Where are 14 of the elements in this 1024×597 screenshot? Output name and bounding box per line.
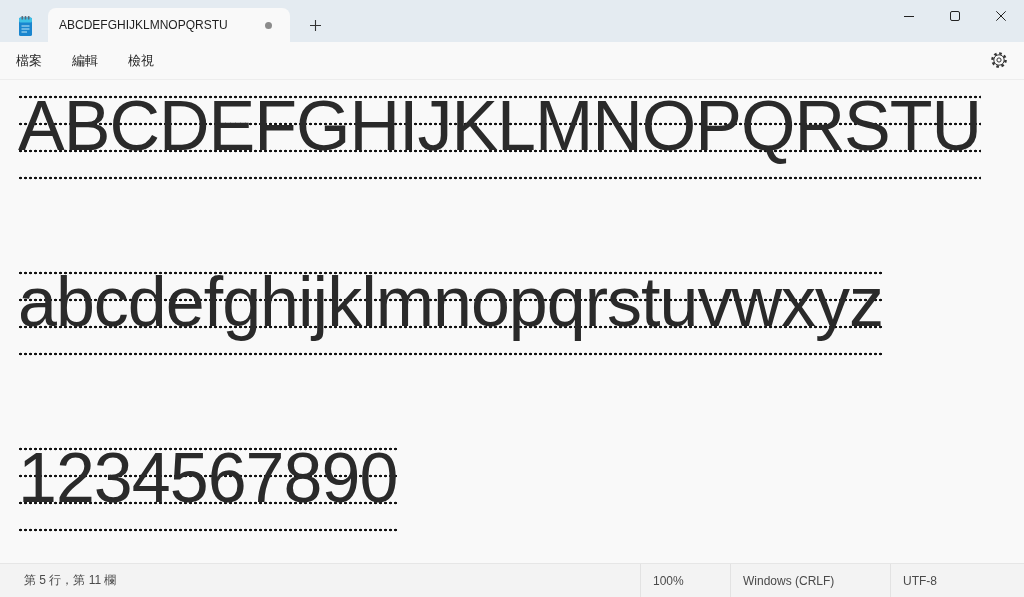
maximize-icon (950, 11, 960, 21)
close-icon (996, 11, 1006, 21)
cursor-position: 第 5 行，第 11 欄 (24, 572, 117, 589)
menu-item[interactable]: 編輯 (62, 46, 108, 75)
menu-item[interactable]: 檢視 (118, 46, 164, 75)
line-ending: Windows (CRLF) (743, 573, 835, 588)
zoom-level: 100% (653, 573, 684, 588)
menu-item[interactable]: 檔案 (6, 46, 52, 75)
notepad-icon (19, 16, 32, 36)
document-tab[interactable]: ABCDEFGHIJKLMNOPQRSTU (48, 8, 290, 42)
minimize-icon (904, 15, 914, 17)
plus-icon (309, 19, 321, 31)
settings-icon (991, 51, 1007, 68)
text-encoding: UTF-8 (903, 573, 937, 588)
